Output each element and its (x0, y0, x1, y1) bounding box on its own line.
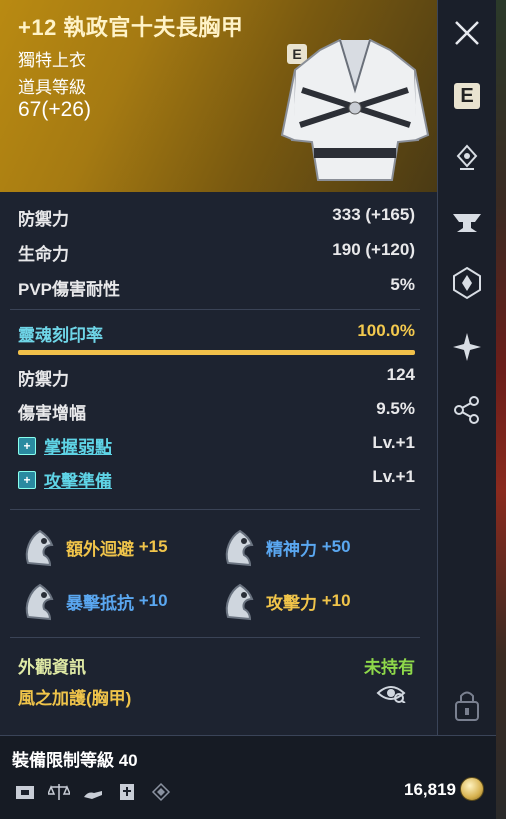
book-icon (114, 780, 140, 804)
manastone-icon (225, 583, 254, 621)
soul-imprint-label: 靈魂刻印率 (18, 326, 103, 345)
stat-row: PVP傷害耐性 5% (18, 275, 415, 300)
soul-stat-row: 防禦力 124 (18, 365, 415, 390)
lock-button[interactable] (448, 686, 486, 724)
level-requirement: 裝備限制等級 40 (12, 751, 138, 770)
appearance-name: 風之加護(胸甲) (18, 689, 132, 708)
skill-row[interactable]: + 攻擊準備 Lv.+1 (18, 467, 415, 492)
appearance-label: 外觀資訊 (18, 658, 86, 677)
skill-level: Lv.+1 (372, 467, 415, 486)
manastone-icon (25, 529, 54, 567)
item-level-label: 道具等級 (18, 78, 86, 97)
soul-imprint-value: 100.0% (357, 321, 415, 340)
manastone-slot[interactable]: 精神力 +50 (220, 527, 351, 567)
upgrade-icon (456, 144, 478, 170)
appearance-name-row: 風之加護(胸甲) (18, 684, 415, 709)
skill-link[interactable]: 掌握弱點 (44, 433, 112, 458)
soul-imprint-row: 靈魂刻印率 100.0% (18, 321, 415, 346)
manastone-icon (225, 529, 254, 567)
enchant-button[interactable] (448, 202, 486, 240)
preview-eye-icon[interactable] (376, 683, 406, 703)
item-type: 獨特上衣 (18, 51, 86, 70)
divider (10, 637, 420, 638)
skill-link[interactable]: 攻擊準備 (44, 467, 112, 492)
manastone-bonus: +15 (138, 537, 168, 556)
appearance-status: 未持有 (364, 658, 415, 677)
divider (10, 309, 420, 310)
sparkle-icon (453, 333, 481, 361)
stat-label: PVP傷害耐性 (18, 280, 121, 299)
lock-icon (455, 691, 479, 721)
stat-value: 5% (390, 275, 415, 294)
manastone-label: 額外迴避 (66, 539, 134, 559)
action-sidebar: E (438, 0, 496, 735)
soul-imprint-progress-bar (18, 350, 415, 355)
skill-level: Lv.+1 (372, 433, 415, 452)
soul-icon (453, 266, 481, 300)
effect-button[interactable] (448, 328, 486, 366)
trade-scale-icon (46, 780, 72, 804)
item-level-value: 67(+26) (18, 98, 91, 121)
manastone-icon (25, 583, 54, 621)
soul-button[interactable] (448, 264, 486, 302)
stat-value: 333 (+165) (332, 205, 415, 224)
stat-value: 9.5% (376, 399, 415, 418)
anvil-icon (453, 214, 481, 232)
upgrade-button[interactable] (448, 138, 486, 176)
stat-label: 傷害增幅 (18, 404, 86, 423)
item-tooltip-panel: +12 執政官十夫長胸甲 獨特上衣 道具等級 67(+26) E 防禦力 333… (0, 0, 438, 735)
stat-row: 生命力 190 (+120) (18, 240, 415, 265)
divider (10, 509, 420, 510)
sell-price: 16,819 (404, 780, 456, 799)
close-icon (455, 21, 479, 45)
manastone-label: 攻擊力 (266, 593, 317, 613)
chest-armor-icon (280, 38, 430, 181)
share-button[interactable] (448, 391, 486, 429)
grade-button[interactable]: E (448, 77, 486, 115)
skill-book-icon: + (18, 470, 36, 489)
manastone-slot[interactable]: 額外迴避 +15 (20, 527, 168, 567)
stat-label: 防禦力 (18, 210, 69, 229)
item-title: +12 執政官十夫長胸甲 (18, 15, 244, 40)
storage-icon (12, 780, 38, 804)
item-header: +12 執政官十夫長胸甲 獨特上衣 道具等級 67(+26) E (0, 0, 437, 192)
stat-value: 190 (+120) (332, 240, 415, 259)
soul-stat-row: 傷害增幅 9.5% (18, 399, 415, 424)
coin-icon (460, 777, 484, 801)
tooltip-footer: 裝備限制等級 40 16,819 (0, 735, 496, 819)
manastone-slot[interactable]: 暴擊抵抗 +10 (20, 581, 168, 621)
manastone-bonus: +10 (138, 591, 168, 610)
appearance-row: 外觀資訊 未持有 (18, 653, 415, 678)
manastone-label: 暴擊抵抗 (66, 593, 134, 613)
close-button[interactable] (448, 14, 486, 52)
stat-row: 防禦力 333 (+165) (18, 205, 415, 230)
hand-icon (80, 780, 106, 804)
trade-flags (12, 780, 174, 804)
skill-book-icon: + (18, 436, 36, 455)
manastone-slot[interactable]: 攻擊力 +10 (220, 581, 351, 621)
skill-row[interactable]: + 掌握弱點 Lv.+1 (18, 433, 415, 458)
stat-label: 防禦力 (18, 370, 69, 389)
rune-icon (148, 780, 174, 804)
manastone-bonus: +10 (321, 591, 351, 610)
share-icon (454, 396, 479, 424)
manastone-label: 精神力 (266, 539, 317, 559)
manastone-bonus: +50 (321, 537, 351, 556)
stat-label: 生命力 (18, 245, 69, 264)
stat-value: 124 (386, 365, 415, 384)
e-grade-icon: E (454, 83, 480, 109)
